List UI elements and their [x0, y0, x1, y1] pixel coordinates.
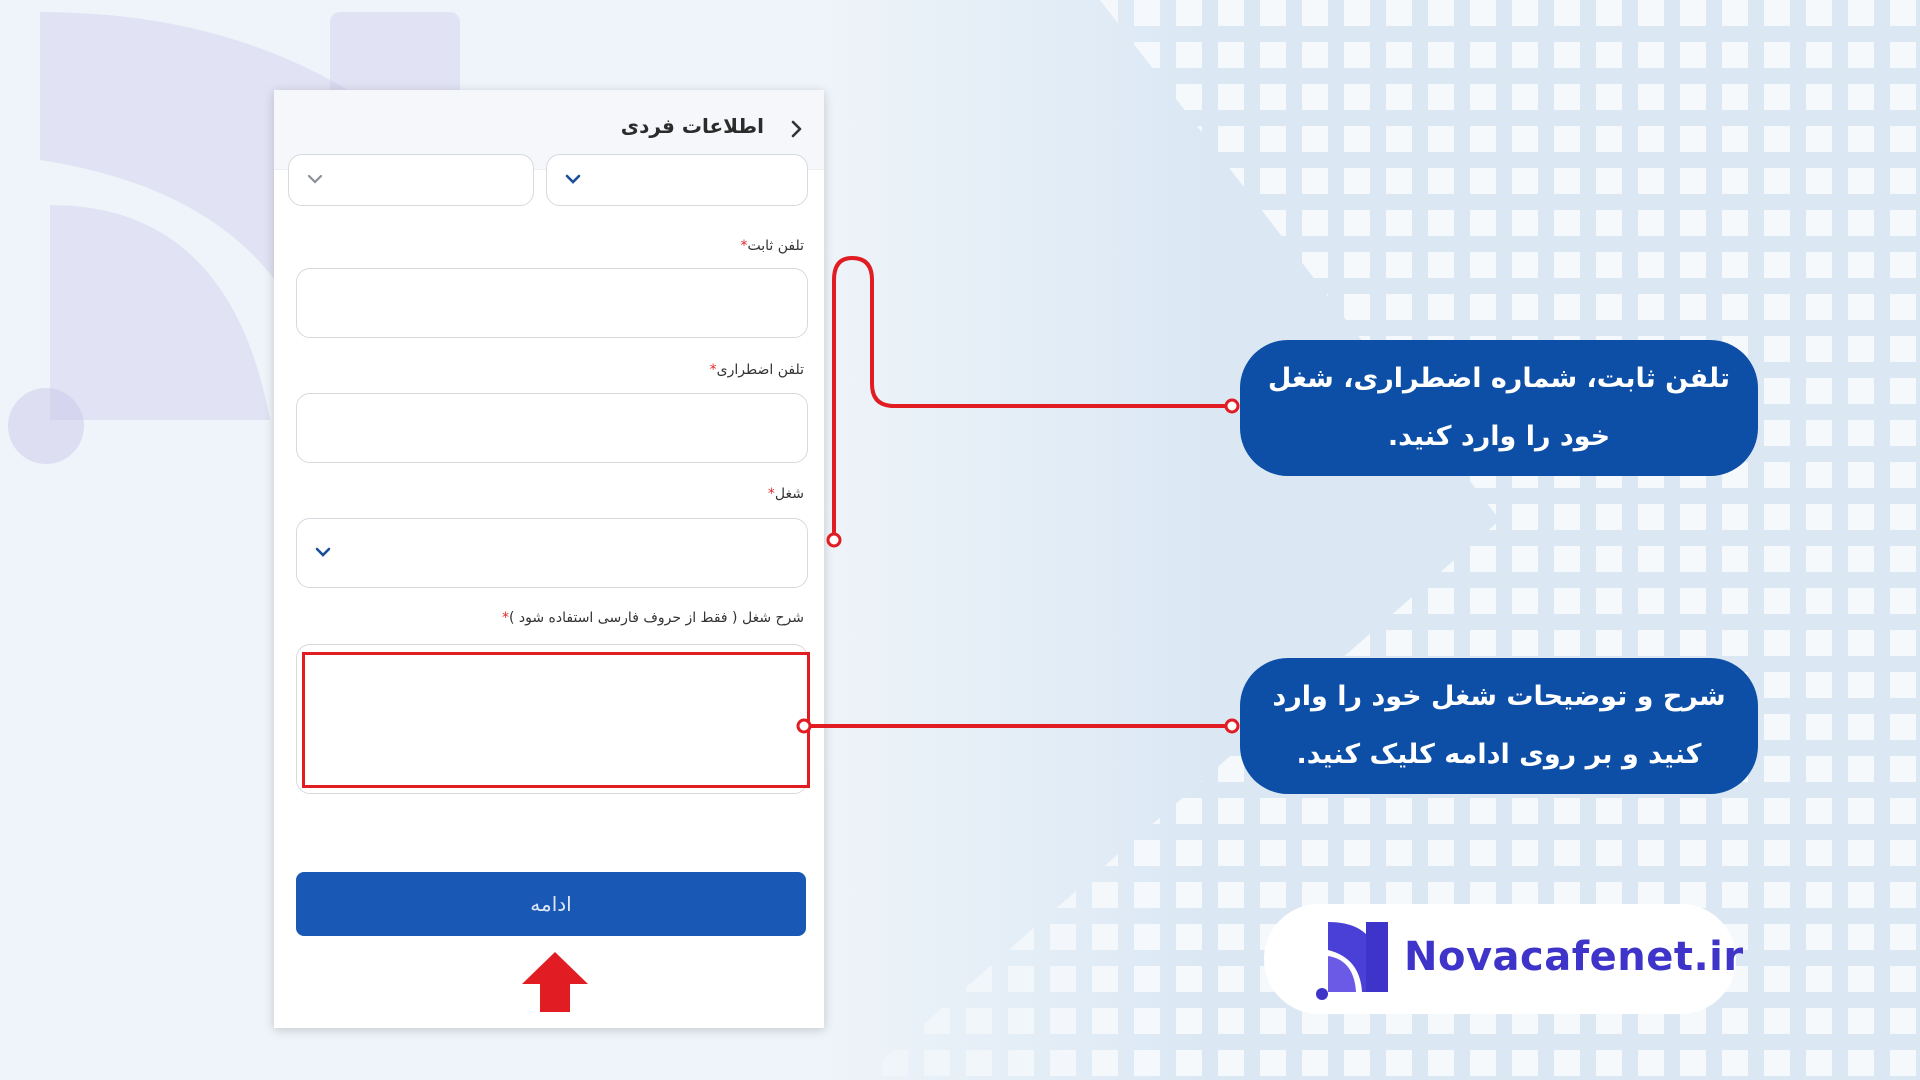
- page-title: اطلاعات فردی: [620, 114, 764, 138]
- form-screen: اطلاعات فردی تلفن ثابت* تلفن اضطراری* شغ…: [274, 90, 824, 1028]
- job-select[interactable]: [296, 518, 808, 588]
- callout-job-description: شرح و توضیحات شغل خود را وارد کنید و بر …: [1240, 658, 1758, 794]
- back-chevron-icon[interactable]: [784, 116, 810, 142]
- required-mark: *: [767, 486, 775, 502]
- landline-label: تلفن ثابت*: [740, 238, 804, 254]
- required-mark: *: [709, 362, 717, 378]
- chevron-down-icon: [315, 547, 331, 557]
- landline-input[interactable]: [296, 268, 808, 338]
- brand-logo: Novacafenet.ir: [1264, 904, 1743, 1014]
- required-mark: *: [502, 610, 509, 626]
- callout-contact-info: تلفن ثابت، شماره اضطراری، شغل خود را وار…: [1240, 340, 1758, 476]
- select-left-partial[interactable]: [288, 154, 534, 206]
- emergency-phone-input[interactable]: [296, 393, 808, 463]
- chevron-down-icon: [307, 174, 323, 184]
- select-right-partial[interactable]: [546, 154, 808, 206]
- logo-text: Novacafenet.ir: [1404, 934, 1744, 980]
- novacafe-logo-icon: [1316, 922, 1388, 1000]
- continue-button[interactable]: ادامه: [296, 872, 806, 936]
- job-label: شغل*: [767, 486, 804, 502]
- emergency-phone-label: تلفن اضطراری*: [709, 362, 804, 378]
- job-description-label: شرح شغل ( فقط از حروف فارسی استفاده شود …: [502, 610, 804, 626]
- red-up-arrow-icon: [522, 952, 588, 1012]
- highlight-box: [302, 652, 810, 788]
- chevron-down-icon: [565, 174, 581, 184]
